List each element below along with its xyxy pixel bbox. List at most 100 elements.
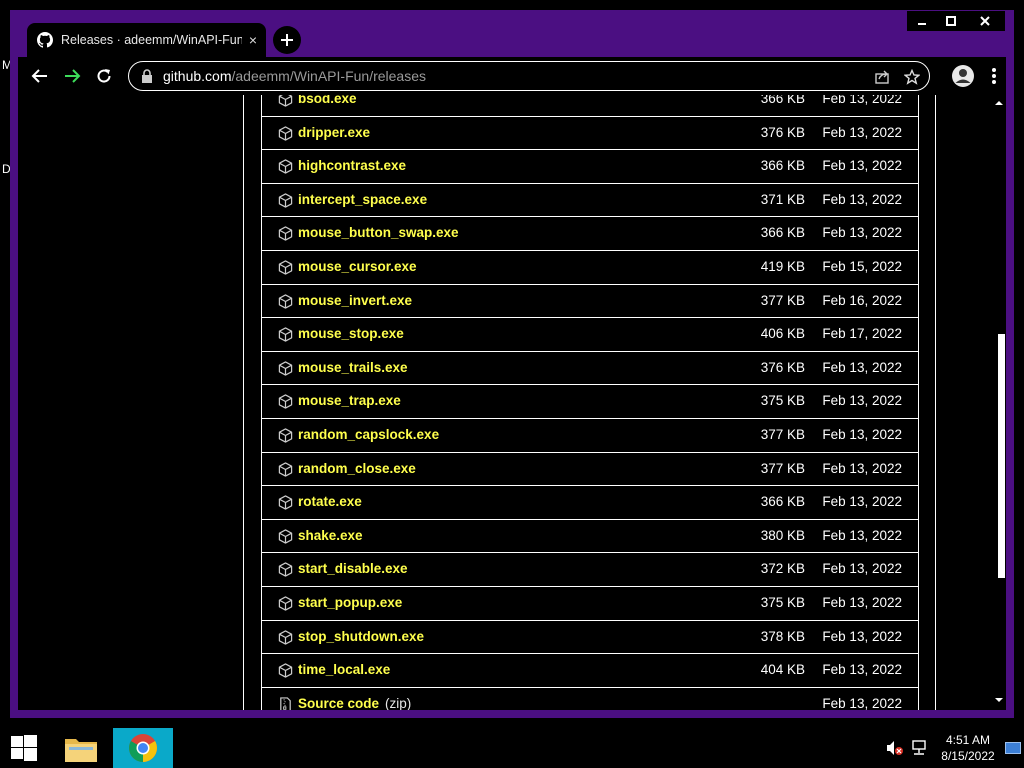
asset-name: mouse_trap.exe [298,393,401,409]
notification-icon [1005,742,1021,754]
lock-icon [142,69,152,83]
page-viewport: bsod.exe 366 KB Feb 13, 2022 dripper.exe 376… [18,95,1006,710]
asset-date: Feb 13, 2022 [822,695,902,710]
scrollbar-thumb[interactable] [998,334,1005,578]
asset-link[interactable]: start_popup.exe [298,595,402,610]
asset-row: shake.exe 380 KB Feb 13, 2022 [262,520,918,554]
asset-date: Feb 13, 2022 [822,225,902,241]
asset-name: mouse_stop.exe [298,326,404,342]
asset-name: stop_shutdown.exe [298,628,425,644]
plus-icon [281,34,293,46]
asset-row: time_local.exe 404 KB Feb 13, 2022 [262,654,918,688]
asset-date: Feb 13, 2022 [822,426,902,442]
minimize-button[interactable] [907,11,937,31]
new-tab-button[interactable] [273,26,301,54]
github-icon [37,32,53,48]
speaker-muted-icon [887,741,903,755]
asset-ext: (zip) [385,695,412,710]
asset-row: mouse_invert.exe 377 KB Feb 16, 2022 [262,285,918,319]
url-text: github.com/adeemm/WinAPI-Fun/releases [163,68,426,84]
asset-name: Source code [298,695,380,710]
system-clock[interactable]: 4:51 AM 8/15/2022 [936,732,1000,764]
package-icon [278,226,293,242]
scroll-up-arrow-icon[interactable] [994,98,1004,108]
asset-link[interactable]: Source code (zip) [298,696,411,710]
asset-name: shake.exe [298,527,363,543]
asset-date: Feb 13, 2022 [822,124,902,140]
asset-link[interactable]: mouse_button_swap.exe [298,225,459,240]
asset-link[interactable]: mouse_cursor.exe [298,259,417,274]
close-icon [980,16,990,26]
asset-link[interactable]: random_close.exe [298,461,416,476]
maximize-button[interactable] [936,11,966,31]
asset-link[interactable]: mouse_invert.exe [298,293,412,308]
asset-row: mouse_stop.exe 406 KB Feb 17, 2022 [262,318,918,352]
menu-button[interactable] [982,64,1006,88]
back-button[interactable] [28,64,52,88]
asset-size: 376 KB [760,359,805,375]
taskbar-chrome[interactable] [113,728,173,768]
scrollbar[interactable] [990,95,1006,710]
asset-row: dripper.exe 376 KB Feb 13, 2022 [262,117,918,151]
tab-releases[interactable]: Releases · adeemm/WinAPI-Fun × [27,23,266,57]
asset-size: 372 KB [760,561,805,577]
asset-link[interactable]: mouse_stop.exe [298,326,404,341]
package-icon [278,394,293,410]
asset-link[interactable]: stop_shutdown.exe [298,629,424,644]
tab-close-button[interactable]: × [242,32,264,48]
asset-link[interactable]: random_capslock.exe [298,427,439,442]
asset-row: mouse_trails.exe 376 KB Feb 13, 2022 [262,352,918,386]
address-bar[interactable]: github.com/adeemm/WinAPI-Fun/releases [128,61,930,91]
star-icon [904,69,920,85]
asset-link[interactable]: mouse_trap.exe [298,393,401,408]
asset-link[interactable]: highcontrast.exe [298,158,406,173]
scroll-down-arrow-icon[interactable] [994,695,1004,705]
asset-name: start_disable.exe [298,561,408,577]
asset-link[interactable]: time_local.exe [298,662,390,677]
package-icon [278,495,293,510]
asset-size: 406 KB [760,326,805,342]
asset-size: 366 KB [760,95,805,106]
file-zip-icon [278,697,293,710]
asset-link[interactable]: shake.exe [298,528,363,543]
asset-row: start_disable.exe 372 KB Feb 13, 2022 [262,553,918,587]
asset-name: mouse_trails.exe [298,359,408,375]
close-window-button[interactable] [965,11,1005,31]
asset-name: intercept_space.exe [298,191,428,207]
asset-date: Feb 13, 2022 [822,494,902,510]
content-divider [935,95,936,710]
package-icon [278,293,293,309]
package-icon [278,159,293,174]
package-icon [278,361,293,376]
asset-date: Feb 13, 2022 [822,594,902,610]
asset-row: random_close.exe 377 KB Feb 13, 2022 [262,453,918,487]
asset-name: rotate.exe [298,494,362,510]
asset-row: start_popup.exe 375 KB Feb 13, 2022 [262,587,918,621]
asset-link[interactable]: dripper.exe [298,125,370,140]
asset-link[interactable]: rotate.exe [298,494,362,509]
package-icon [278,125,293,141]
asset-link[interactable]: mouse_trails.exe [298,360,408,375]
bookmark-star-button[interactable] [903,68,921,86]
start-button[interactable] [0,728,48,768]
release-assets-list: bsod.exe 366 KB Feb 13, 2022 dripper.exe 376… [261,95,919,710]
asset-date: Feb 13, 2022 [822,359,902,375]
asset-link[interactable]: start_disable.exe [298,561,408,576]
asset-link[interactable]: bsod.exe [298,95,357,106]
profile-button[interactable] [950,63,976,89]
package-icon [278,596,293,611]
content-divider [243,95,244,710]
asset-link[interactable]: intercept_space.exe [298,192,427,207]
network-button[interactable] [908,728,930,768]
asset-size: 404 KB [760,662,805,678]
asset-name: start_popup.exe [298,594,403,610]
forward-button[interactable] [60,64,84,88]
volume-muted-button[interactable] [884,728,906,768]
asset-name: dripper.exe [298,124,371,140]
reload-button[interactable] [92,64,116,88]
show-desktop-button[interactable] [1003,728,1023,768]
asset-name: bsod.exe [298,95,357,106]
share-button[interactable] [873,68,891,86]
taskbar-file-explorer[interactable] [56,728,106,768]
avatar-icon [952,65,974,87]
